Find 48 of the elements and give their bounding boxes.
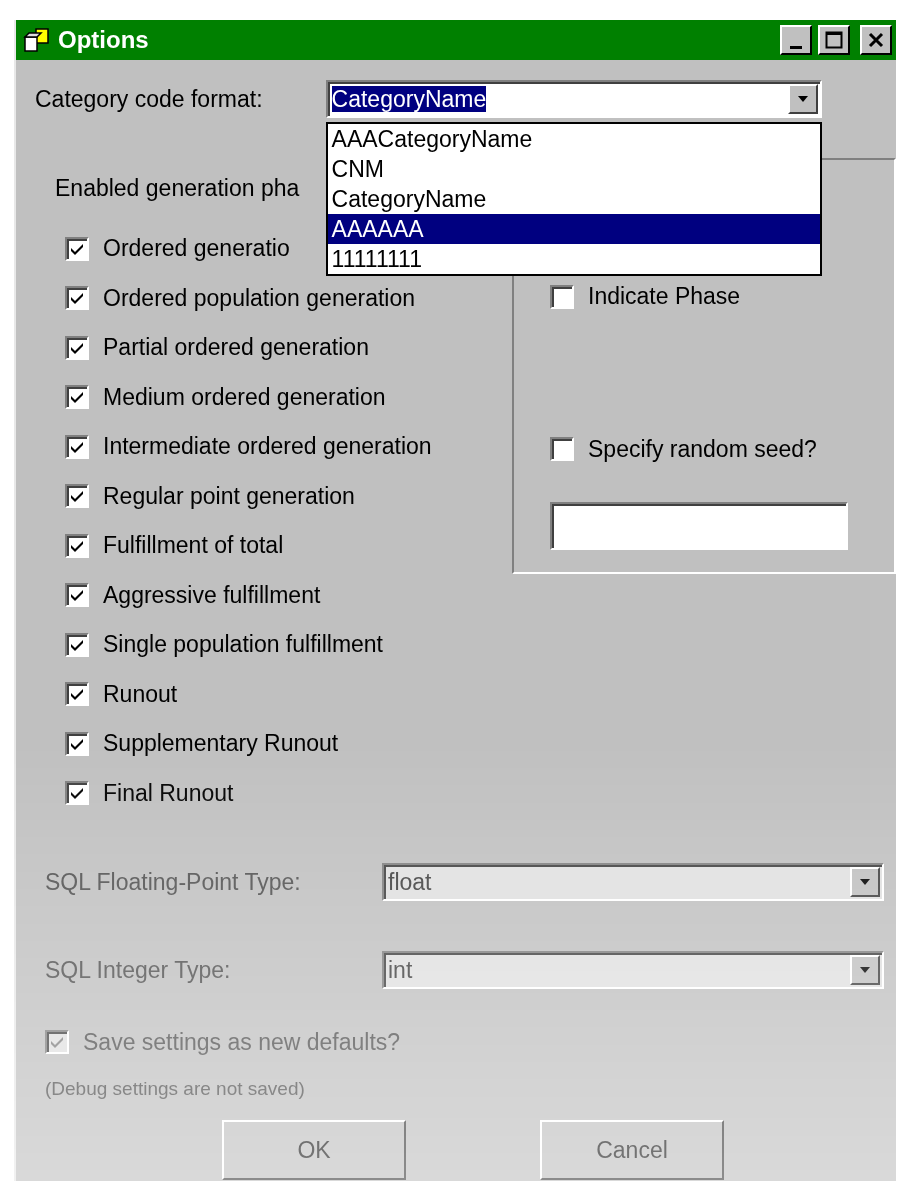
checkbox-label: Save settings as new defaults? (83, 1028, 401, 1056)
checkbox-label: Single population fulfillment (103, 631, 383, 659)
checkbox[interactable] (65, 484, 89, 509)
checkbox-label: Specify random seed? (588, 435, 817, 463)
field-label: Category code format: (35, 85, 263, 113)
checkbox-label: Fulfillment of total (103, 532, 284, 560)
field-label: SQL Floating-Point Type: (45, 868, 302, 896)
checkbox-label: Ordered population generation (103, 284, 415, 312)
note-text: (Debug settings are not saved) (44, 1078, 305, 1100)
checkbox[interactable] (65, 533, 89, 558)
checkbox[interactable] (65, 286, 89, 311)
close-button[interactable] (860, 25, 892, 55)
category-format-dropdown[interactable]: CategoryName (325, 80, 822, 118)
checkbox-label: Medium ordered generation (103, 383, 386, 411)
checkbox[interactable] (65, 583, 89, 608)
maximize-icon (825, 31, 843, 49)
checkbox-label: Ordered generatio (103, 235, 290, 263)
checkbox-label: Partial ordered generation (103, 334, 369, 362)
checkbox-label: Regular point generation (103, 482, 355, 510)
checkbox[interactable] (65, 632, 89, 657)
minimize-icon (790, 45, 802, 49)
close-icon (868, 32, 884, 48)
field-label: SQL Integer Type: (45, 956, 232, 984)
caret-icon (796, 95, 809, 103)
checkbox[interactable] (550, 284, 574, 309)
checkbox-label: Indicate Phase (588, 283, 741, 311)
checkbox[interactable] (65, 731, 89, 756)
caret-icon (859, 966, 871, 974)
section-label: Enabled generation pha (55, 174, 300, 202)
checkbox[interactable] (65, 236, 89, 261)
dropdown-option[interactable]: AAAAAA (327, 214, 820, 244)
maximize-button[interactable] (818, 25, 850, 55)
checkbox-label: Intermediate ordered generation (103, 433, 432, 461)
checkbox-label: Final Runout (103, 779, 234, 807)
checkbox-label: Supplementary Runout (103, 730, 339, 758)
checkbox[interactable] (65, 385, 89, 410)
checkbox[interactable] (65, 781, 89, 806)
checkbox[interactable] (65, 335, 89, 360)
checkbox[interactable] (550, 437, 574, 462)
checkbox-label: Runout (103, 680, 178, 708)
checkbox[interactable] (65, 682, 89, 707)
caret-icon (859, 878, 871, 886)
window-title: Options (58, 26, 150, 54)
checkbox-label: Aggressive fulfillment (103, 581, 321, 609)
seed-input-field[interactable] (550, 502, 848, 550)
cubes-icon (22, 25, 52, 55)
minimize-button[interactable] (780, 25, 812, 55)
checkbox[interactable] (65, 434, 89, 459)
